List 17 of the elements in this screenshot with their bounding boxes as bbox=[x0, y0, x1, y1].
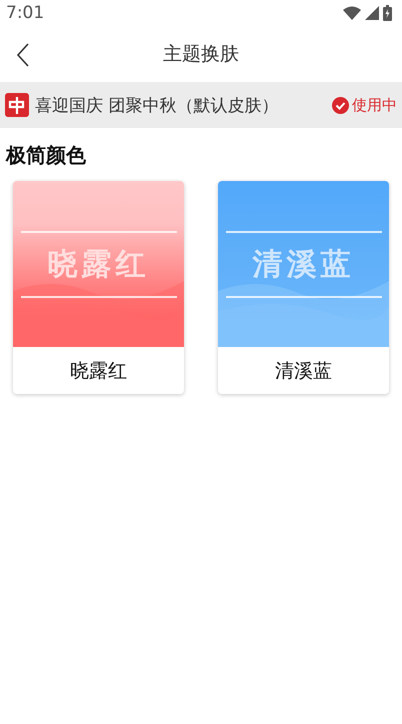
status-time: 7:01 bbox=[6, 3, 44, 23]
wifi-icon bbox=[343, 6, 361, 20]
check-icon bbox=[332, 96, 349, 114]
current-skin-name: 喜迎国庆 团聚中秋（默认皮肤） bbox=[35, 94, 280, 116]
preview-title: 清溪蓝 bbox=[226, 230, 382, 298]
signal-icon bbox=[365, 6, 379, 20]
theme-card[interactable]: 晓露红 晓露红 bbox=[13, 181, 184, 394]
battery-icon bbox=[383, 5, 392, 21]
preview-title: 晓露红 bbox=[20, 230, 176, 298]
theme-name: 晓露红 bbox=[69, 358, 128, 384]
app-logo-icon bbox=[5, 93, 29, 117]
theme-name: 清溪蓝 bbox=[274, 358, 333, 384]
in-use-label: 使用中 bbox=[352, 96, 397, 114]
theme-card[interactable]: 清溪蓝 清溪蓝 bbox=[218, 181, 389, 394]
page-title: 主题换肤 bbox=[163, 42, 239, 67]
section-title: 极简颜色 bbox=[4, 142, 87, 169]
back-icon[interactable] bbox=[16, 43, 30, 67]
